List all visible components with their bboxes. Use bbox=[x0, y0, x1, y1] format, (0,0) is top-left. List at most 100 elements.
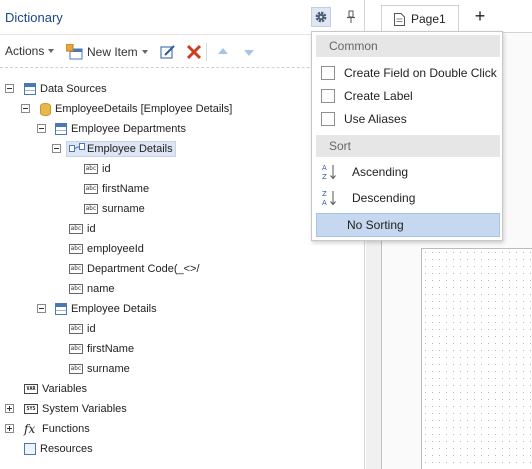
menu-item-no-sorting[interactable]: No Sorting bbox=[316, 213, 500, 237]
menu-item-use-aliases[interactable]: Use Aliases bbox=[316, 107, 500, 131]
tree-label: id bbox=[87, 323, 96, 335]
new-item-dropdown[interactable]: New Item bbox=[66, 44, 148, 60]
tree-node-field[interactable]: abc firstName bbox=[69, 339, 134, 359]
toolbar-divider bbox=[206, 43, 207, 61]
tree-node-field[interactable]: abc Department Code(_<>/ bbox=[69, 259, 200, 279]
svg-text:A: A bbox=[322, 199, 327, 207]
svg-text:A: A bbox=[322, 164, 327, 172]
tree-node-field[interactable]: abc id bbox=[84, 159, 111, 179]
edit-icon[interactable] bbox=[160, 44, 176, 60]
new-item-label: New Item bbox=[87, 45, 138, 59]
system-variables-icon: SYS bbox=[24, 404, 38, 414]
tree-label: System Variables bbox=[42, 403, 127, 415]
tree-node-field[interactable]: abc name bbox=[69, 279, 115, 299]
tree-label: id bbox=[102, 163, 111, 175]
collapse-toggle[interactable] bbox=[21, 104, 30, 113]
text-field-icon: abc bbox=[84, 184, 98, 194]
relation-selected-label: Employee Details bbox=[66, 141, 176, 157]
settings-button[interactable] bbox=[311, 7, 331, 27]
tree-node-relation-employee-details[interactable]: Employee Details bbox=[66, 139, 176, 159]
text-field-icon: abc bbox=[69, 264, 83, 274]
menu-item-create-field-on-double-click[interactable]: Create Field on Double Click bbox=[316, 61, 500, 85]
tab-page1[interactable]: Page1 bbox=[381, 5, 459, 32]
tree-node-field[interactable]: abc surname bbox=[69, 359, 130, 379]
collapse-toggle[interactable] bbox=[37, 124, 46, 133]
function-icon: fx bbox=[24, 422, 36, 436]
tree-label: Variables bbox=[42, 383, 88, 395]
menu-section-common: Common bbox=[316, 35, 500, 57]
tree-label: Employee Departments bbox=[71, 123, 186, 135]
dictionary-header: Dictionary bbox=[0, 0, 365, 35]
table-icon bbox=[55, 123, 67, 135]
tree-label: Department Code(_<>/ bbox=[87, 263, 200, 275]
tree-label: Resources bbox=[40, 443, 93, 455]
table-icon bbox=[55, 303, 67, 315]
tree-label: Functions bbox=[42, 423, 90, 435]
collapse-toggle[interactable] bbox=[5, 84, 14, 93]
settings-menu: Common Create Field on Double Click Crea… bbox=[311, 31, 503, 241]
new-item-icon bbox=[66, 44, 83, 60]
sort-descending-icon: Z A bbox=[322, 190, 336, 207]
delete-icon[interactable] bbox=[186, 44, 202, 60]
arrow-up-icon[interactable] bbox=[215, 44, 231, 60]
tree-label: Employee Details bbox=[71, 303, 157, 315]
expand-toggle[interactable] bbox=[5, 404, 14, 413]
tree-node-system-variables[interactable]: SYS System Variables bbox=[24, 399, 127, 419]
add-page-button[interactable]: + bbox=[470, 6, 490, 27]
tree-node-employee-details-source[interactable]: EmployeeDetails [Employee Details] bbox=[40, 99, 232, 119]
menu-item-descending[interactable]: Z A Descending bbox=[316, 186, 500, 210]
tree-node-data-sources[interactable]: Data Sources bbox=[24, 79, 107, 99]
chevron-down-icon bbox=[141, 50, 148, 54]
tree-node-field[interactable]: abc firstName bbox=[84, 179, 149, 199]
page-icon bbox=[394, 12, 405, 26]
text-field-icon: abc bbox=[69, 224, 83, 234]
collapse-toggle[interactable] bbox=[37, 304, 46, 313]
sort-ascending-icon: A Z bbox=[322, 164, 336, 181]
svg-text:Z: Z bbox=[322, 173, 327, 181]
menu-item-create-label[interactable]: Create Label bbox=[316, 84, 500, 108]
page-tabs: Page1 + bbox=[366, 0, 532, 33]
menu-section-sort: Sort bbox=[316, 135, 500, 157]
text-field-icon: abc bbox=[84, 164, 98, 174]
text-field-icon: abc bbox=[69, 344, 83, 354]
text-field-icon: abc bbox=[69, 364, 83, 374]
menu-item-label: Ascending bbox=[352, 165, 409, 179]
resources-icon bbox=[24, 443, 36, 455]
expand-toggle[interactable] bbox=[5, 424, 14, 433]
chevron-down-icon bbox=[48, 49, 55, 53]
tree-node-employee-details-table[interactable]: Employee Details bbox=[55, 299, 157, 319]
actions-label: Actions bbox=[5, 44, 45, 58]
tree-node-field[interactable]: abc id bbox=[69, 319, 96, 339]
tree-node-variables[interactable]: VAR Variables bbox=[24, 379, 87, 399]
actions-dropdown[interactable]: Actions bbox=[5, 44, 55, 58]
tab-label: Page1 bbox=[411, 12, 446, 26]
checkbox[interactable] bbox=[321, 66, 335, 80]
menu-item-label: Create Label bbox=[344, 89, 413, 103]
tree-node-field[interactable]: abc surname bbox=[84, 199, 145, 219]
tree-label: id bbox=[87, 223, 96, 235]
tree-node-field[interactable]: abc id bbox=[69, 219, 96, 239]
menu-item-label: Use Aliases bbox=[344, 112, 407, 126]
collapse-toggle[interactable] bbox=[52, 144, 61, 153]
tree-label: Data Sources bbox=[40, 83, 107, 95]
relation-icon bbox=[69, 143, 85, 152]
menu-item-ascending[interactable]: A Z Ascending bbox=[316, 160, 500, 184]
tree-node-field[interactable]: abc employeeId bbox=[69, 239, 144, 259]
text-field-icon: abc bbox=[69, 284, 83, 294]
pin-button[interactable] bbox=[341, 7, 361, 27]
arrow-down-icon[interactable] bbox=[241, 44, 257, 60]
checkbox[interactable] bbox=[321, 89, 335, 103]
tree-label: firstName bbox=[87, 343, 135, 355]
tree-node-resources[interactable]: Resources bbox=[24, 439, 93, 459]
report-page-canvas[interactable] bbox=[421, 248, 532, 469]
tree-node-employee-departments[interactable]: Employee Departments bbox=[55, 119, 186, 139]
menu-item-label: No Sorting bbox=[347, 218, 404, 232]
tree-node-functions[interactable]: fx Functions bbox=[24, 419, 90, 439]
pin-icon bbox=[347, 10, 355, 23]
menu-item-label: Descending bbox=[352, 191, 416, 205]
checkbox[interactable] bbox=[321, 112, 335, 126]
tree-label: surname bbox=[102, 203, 145, 215]
gear-icon bbox=[315, 11, 327, 23]
tree-label: employeeId bbox=[87, 243, 144, 255]
tree-label: surname bbox=[87, 363, 130, 375]
